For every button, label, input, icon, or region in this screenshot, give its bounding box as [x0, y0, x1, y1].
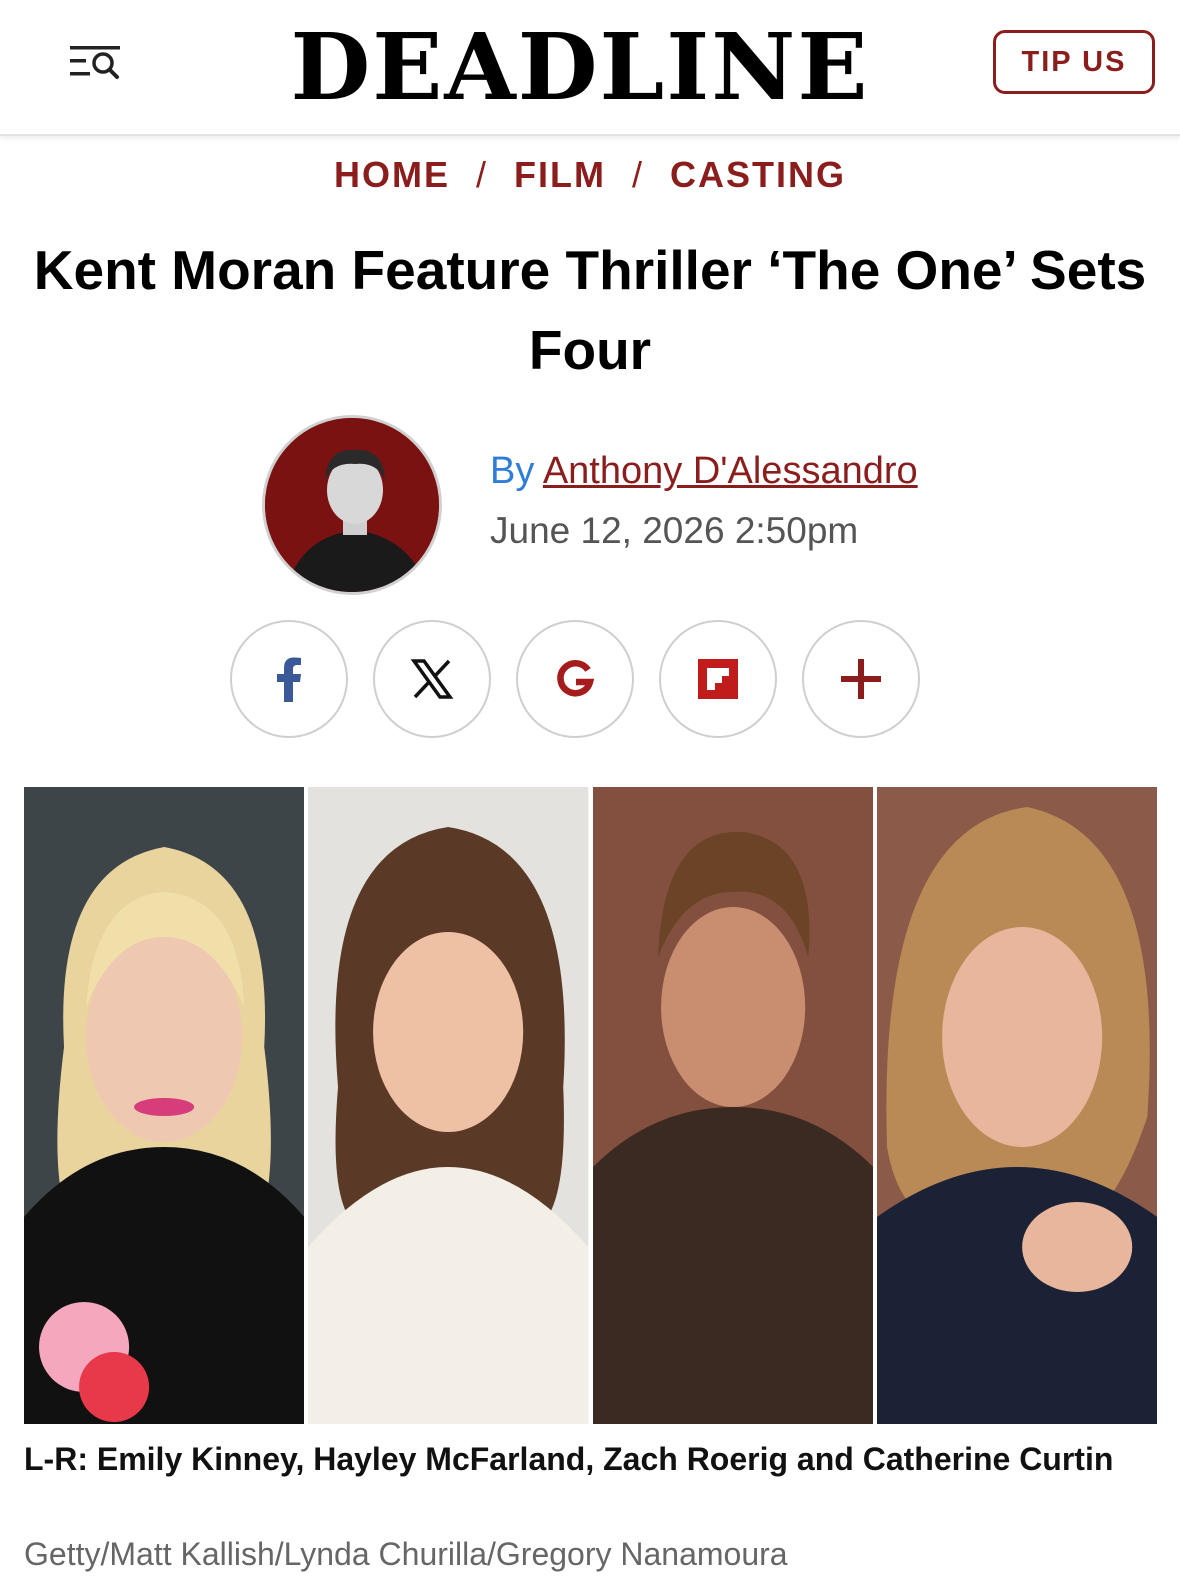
- author-link[interactable]: Anthony D'Alessandro: [543, 450, 918, 492]
- publish-date: June 12, 2026 2:50pm: [490, 510, 859, 551]
- byline: By Anthony D'Alessandro: [490, 450, 918, 493]
- article-title: Kent Moran Feature Thriller ‘The One’ Se…: [33, 239, 1147, 381]
- tip-us-button[interactable]: TIP US: [993, 30, 1155, 94]
- photo-catherine-curtin: [876, 787, 1157, 1424]
- article-photo: [24, 787, 1157, 1424]
- byline-prefix: By: [490, 450, 535, 492]
- photo-zach-roerig: [592, 787, 873, 1424]
- site-header: DEADLINE TIP US: [0, 0, 1180, 136]
- breadcrumb-casting[interactable]: CASTING: [670, 154, 846, 195]
- photo-hayley-mcfarland: [308, 787, 589, 1424]
- photo-emily-kinney: [24, 787, 305, 1424]
- share-x-button[interactable]: [373, 620, 491, 738]
- share-more-button[interactable]: [802, 620, 920, 738]
- site-logo[interactable]: DEADLINE: [270, 12, 890, 122]
- google-icon: [557, 660, 595, 697]
- breadcrumb-film[interactable]: FILM: [514, 154, 606, 195]
- photo-caption: L-R: Emily Kinney, Hayley McFarland, Zac…: [24, 1441, 1114, 1477]
- photo-credit: Getty/Matt Kallish/Lynda Churilla/Gregor…: [24, 1536, 788, 1572]
- breadcrumb-home[interactable]: HOME: [334, 154, 450, 195]
- x-icon: [410, 659, 454, 699]
- flipboard-icon: [698, 659, 738, 699]
- breadcrumb: HOME / FILM / CASTING: [0, 154, 1180, 196]
- breadcrumb-separator: /: [475, 154, 488, 195]
- menu-search-icon[interactable]: [68, 42, 122, 82]
- share-google-button[interactable]: [516, 620, 634, 738]
- breadcrumb-separator: /: [631, 154, 644, 195]
- plus-icon: [841, 659, 881, 699]
- share-flipboard-button[interactable]: [659, 620, 777, 738]
- author-avatar[interactable]: [262, 415, 442, 595]
- facebook-icon: [277, 657, 301, 702]
- share-facebook-button[interactable]: [230, 620, 348, 738]
